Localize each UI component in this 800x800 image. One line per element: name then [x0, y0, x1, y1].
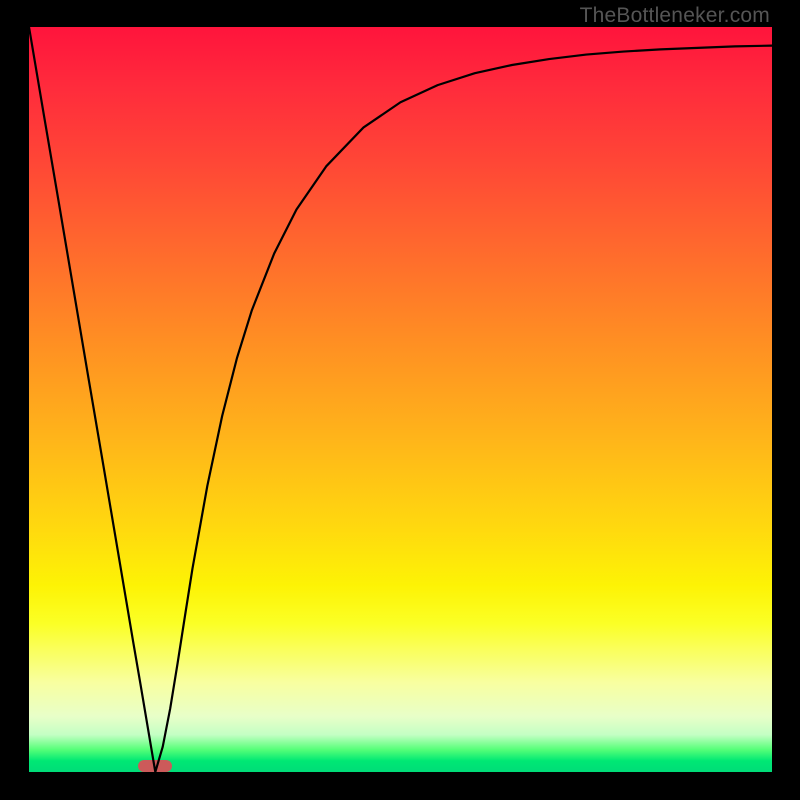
curve-overlay [0, 0, 800, 800]
watermark-text: TheBottleneker.com [580, 4, 770, 28]
data-curve [29, 27, 772, 772]
chart-frame: TheBottleneker.com [0, 0, 800, 800]
